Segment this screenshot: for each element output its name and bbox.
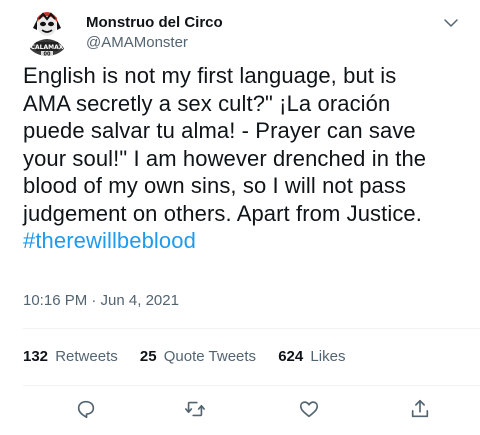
avatar[interactable]: CALAMAX 00 [23, 8, 71, 56]
tweet-text-line: English is not my first language, but is [23, 63, 397, 88]
hashtag-link[interactable]: #therewillbeblood [23, 227, 475, 255]
retweets-label: Retweets [55, 348, 118, 365]
tweet-card: CALAMAX 00 Monstruo del Circo @AMAMonste… [0, 0, 480, 435]
quote-tweets-count: 25 [139, 348, 157, 365]
handle[interactable]: @AMAMonster [86, 33, 223, 53]
divider [23, 385, 480, 386]
chevron-down-icon[interactable] [442, 14, 460, 32]
svg-text:00: 00 [44, 52, 51, 57]
likes-count: 624 [278, 348, 304, 365]
tweet-text-line: AMA secretly a sex cult?" ¡La oración [23, 90, 391, 116]
engagement-stats: 132 Retweets 25 Quote Tweets 624 Likes [23, 348, 363, 365]
tweet-text-line: puede salvar tu alma! - Prayer can save [23, 118, 416, 143]
avatar-shirt-text: CALAMAX [31, 44, 64, 51]
timestamp-link[interactable]: 10:16 PM · Jun 4, 2021 [23, 292, 179, 309]
author-names: Monstruo del Circo @AMAMonster [86, 13, 223, 53]
tweet-text-line: judgement on others. Apart from Justice. [23, 200, 422, 226]
retweet-icon[interactable] [184, 398, 208, 422]
quote-tweets-stat[interactable]: 25 Quote Tweets [140, 348, 256, 365]
divider [23, 328, 480, 329]
action-bar [23, 398, 480, 422]
reply-icon[interactable] [75, 398, 99, 422]
like-icon[interactable] [298, 398, 322, 422]
retweets-stat[interactable]: 132 Retweets [23, 348, 118, 365]
tweet-text-line: your soul!" I am however drenched in the [23, 145, 427, 171]
likes-stat[interactable]: 624 Likes [278, 348, 345, 365]
share-icon[interactable] [409, 398, 433, 422]
retweets-count: 132 [23, 348, 49, 365]
masked-wrestler-avatar-icon: CALAMAX 00 [23, 8, 71, 56]
quote-tweets-label: Quote Tweets [163, 348, 257, 365]
tweet-text-line: blood of my own sins, so I will not pass [23, 173, 407, 198]
tweet-header: CALAMAX 00 Monstruo del Circo @AMAMonste… [23, 8, 464, 60]
likes-label: Likes [310, 348, 346, 365]
tweet-text: English is not my first language, but is… [23, 62, 475, 255]
timestamp: 10:16 PM · Jun 4, 2021 [23, 292, 179, 309]
display-name[interactable]: Monstruo del Circo [86, 13, 223, 33]
